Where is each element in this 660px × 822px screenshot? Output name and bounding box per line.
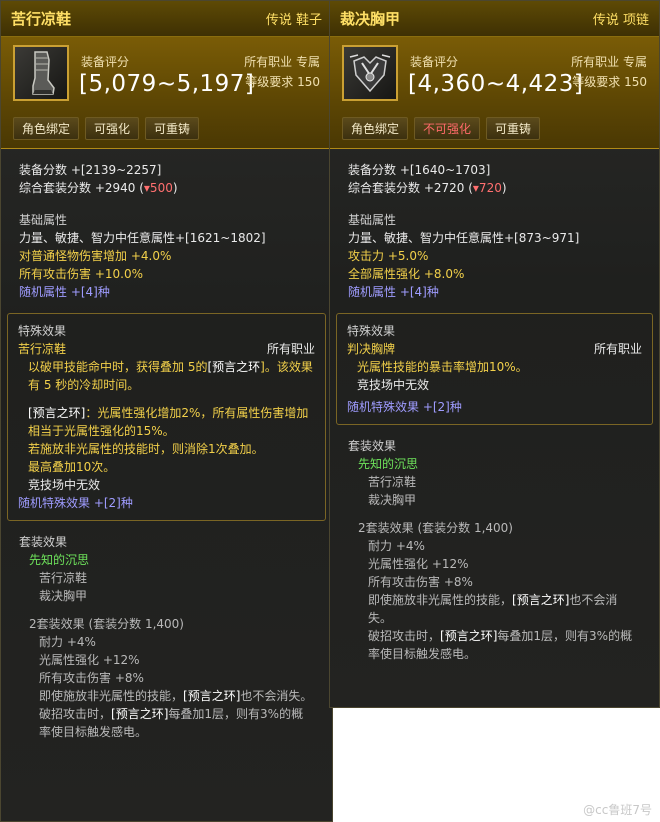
score-section: 装备分数 +[1640~1703] 综合套装分数 +2720 (▾720): [330, 149, 659, 197]
special-random: 随机特殊效果 +[2]种: [18, 496, 133, 510]
set-section: 套装效果 先知的沉思 苦行凉鞋 裁决胸甲 2套装效果 (套装分数 1,400) …: [1, 521, 332, 741]
set-title: 套装效果: [19, 535, 68, 549]
set-name: 先知的沉思: [358, 457, 419, 471]
score-delta: ▾500: [143, 181, 173, 195]
base-attr-line: 力量、敏捷、智力中任意属性+[1621~1802]: [19, 231, 266, 245]
score-section: 装备分数 +[2139~2257] 综合套装分数 +2940 (▾500): [1, 149, 332, 197]
base-attr-title: 基础属性: [19, 213, 68, 227]
special-desc: [预言之环]：光属性强化增加2%，所有属性伤害增加相当于光属性强化的15%。: [28, 406, 309, 438]
score-label: 装备评分: [410, 55, 459, 69]
score-value: [5,079~5,197]: [79, 71, 255, 97]
not-enhanceable-button[interactable]: 不可强化: [414, 117, 481, 140]
item-name: 裁决胸甲: [340, 10, 401, 28]
special-name: 判决胸牌: [347, 342, 396, 356]
score-label: 装备评分: [81, 55, 130, 69]
special-job: 所有职业: [593, 342, 642, 356]
special-desc: 光属性技能的暴击率增加10%。: [357, 360, 528, 374]
set2-line: 破招攻击时，[预言之环]每叠加1层，则有3%的概率使目标触发感电。: [39, 707, 304, 739]
set-score: 综合套装分数 +2940 (▾500): [19, 181, 178, 195]
base-attr-line: 随机属性 +[4]种: [348, 285, 439, 299]
sandals-icon: [13, 45, 69, 101]
set-item: 裁决胸甲: [368, 493, 417, 507]
base-attr-title: 基础属性: [348, 213, 397, 227]
set-item: 苦行凉鞋: [368, 475, 417, 489]
special-desc: 最高叠加10次。: [28, 460, 116, 474]
watermark: @cc鲁班7号: [583, 803, 652, 817]
enhance-button[interactable]: 可强化: [85, 117, 140, 140]
special-name: 苦行凉鞋: [18, 342, 67, 356]
base-attr-line: 全部属性强化 +8.0%: [348, 267, 465, 281]
score-value: [4,360~4,423]: [408, 71, 584, 97]
item-summary: 装备评分 [5,079~5,197] 所有职业 专属 等级要求 150 角色绑定…: [1, 37, 332, 149]
base-attr-line: 攻击力 +5.0%: [348, 249, 429, 263]
special-desc: 若施放非光属性的技能时，则消除1次叠加。: [28, 442, 264, 456]
special-header: 苦行凉鞋 所有职业: [18, 340, 315, 358]
special-job: 所有职业: [266, 342, 315, 356]
reforge-button[interactable]: 可重铸: [145, 117, 200, 140]
level-requirement: 等级要求 150: [245, 75, 320, 89]
bind-button[interactable]: 角色绑定: [13, 117, 80, 140]
breastplate-icon: [342, 45, 398, 101]
base-attr-line: 力量、敏捷、智力中任意属性+[873~971]: [348, 231, 580, 245]
special-pvp-note: 竞技场中无效: [357, 378, 430, 392]
set2-line: 即使施放非光属性的技能，[预言之环]也不会消失。: [368, 593, 618, 625]
equip-score: 装备分数 +[2139~2257]: [19, 163, 162, 177]
special-random: 随机特殊效果 +[2]种: [347, 400, 462, 414]
set-section: 套装效果 先知的沉思 苦行凉鞋 裁决胸甲 2套装效果 (套装分数 1,400) …: [330, 425, 659, 663]
special-title: 特殊效果: [347, 324, 396, 338]
item-rarity-slot: 传说 鞋子: [265, 13, 322, 28]
base-attr-line: 对普通怪物伤害增加 +4.0%: [19, 249, 172, 263]
set2-line: 光属性强化 +12%: [39, 653, 140, 667]
special-desc: 以破甲技能命中时，获得叠加 5的[预言之环]。该效果有 5 秒的冷却时间。: [28, 360, 313, 392]
equip-score: 装备分数 +[1640~1703]: [348, 163, 491, 177]
base-attributes: 基础属性 力量、敏捷、智力中任意属性+[1621~1802] 对普通怪物伤害增加…: [1, 197, 332, 301]
base-attr-line: 所有攻击伤害 +10.0%: [19, 267, 143, 281]
item-state-buttons: 角色绑定 不可强化 可重铸: [342, 117, 541, 140]
bind-button[interactable]: 角色绑定: [342, 117, 409, 140]
base-attributes: 基础属性 力量、敏捷、智力中任意属性+[873~971] 攻击力 +5.0% 全…: [330, 197, 659, 301]
set2-line: 所有攻击伤害 +8%: [368, 575, 473, 589]
reforge-button[interactable]: 可重铸: [486, 117, 541, 140]
set2-line: 即使施放非光属性的技能，[预言之环]也不会消失。: [39, 689, 313, 703]
tooltip-ascetic-sandals: 苦行凉鞋 传说 鞋子 装备评分 [5,079~5,197] 所有职业 专属 等级…: [0, 0, 333, 822]
item-summary: 装备评分 [4,360~4,423] 所有职业 专属 等级要求 150 角色绑定…: [330, 37, 659, 149]
set-title: 套装效果: [348, 439, 397, 453]
item-state-buttons: 角色绑定 可强化 可重铸: [13, 117, 200, 140]
set2-line: 破招攻击时，[预言之环]每叠加1层，则有3%的概率使目标触发感电。: [368, 629, 633, 661]
job-requirement: 所有职业 专属: [244, 55, 320, 69]
special-header: 判决胸牌 所有职业: [347, 340, 642, 358]
set2-line: 所有攻击伤害 +8%: [39, 671, 144, 685]
tooltip-judgment-breastplate: 裁决胸甲 传说 项链 装备评分 [4,360~4,423] 所有职业 专属 等级…: [329, 0, 660, 708]
set2-title: 2套装效果 (套装分数 1,400): [29, 617, 184, 631]
special-effect-box: 特殊效果 判决胸牌 所有职业 光属性技能的暴击率增加10%。 竞技场中无效 随机…: [336, 313, 653, 425]
special-title: 特殊效果: [18, 324, 67, 338]
item-header: 苦行凉鞋 传说 鞋子: [1, 1, 332, 37]
set2-line: 光属性强化 +12%: [368, 557, 469, 571]
item-rarity-slot: 传说 项链: [592, 13, 649, 28]
item-header: 裁决胸甲 传说 项链: [330, 1, 659, 37]
special-effect-box: 特殊效果 苦行凉鞋 所有职业 以破甲技能命中时，获得叠加 5的[预言之环]。该效…: [7, 313, 326, 521]
set2-title: 2套装效果 (套装分数 1,400): [358, 521, 513, 535]
special-pvp-note: 竞技场中无效: [28, 478, 101, 492]
score-delta: ▾720: [472, 181, 502, 195]
set-score: 综合套装分数 +2720 (▾720): [348, 181, 507, 195]
base-attr-line: 随机属性 +[4]种: [19, 285, 110, 299]
set-name: 先知的沉思: [29, 553, 90, 567]
job-requirement: 所有职业 专属: [571, 55, 647, 69]
item-name: 苦行凉鞋: [11, 10, 72, 28]
set-item: 裁决胸甲: [39, 589, 88, 603]
set-item: 苦行凉鞋: [39, 571, 88, 585]
level-requirement: 等级要求 150: [572, 75, 647, 89]
set2-line: 耐力 +4%: [368, 539, 425, 553]
set2-line: 耐力 +4%: [39, 635, 96, 649]
